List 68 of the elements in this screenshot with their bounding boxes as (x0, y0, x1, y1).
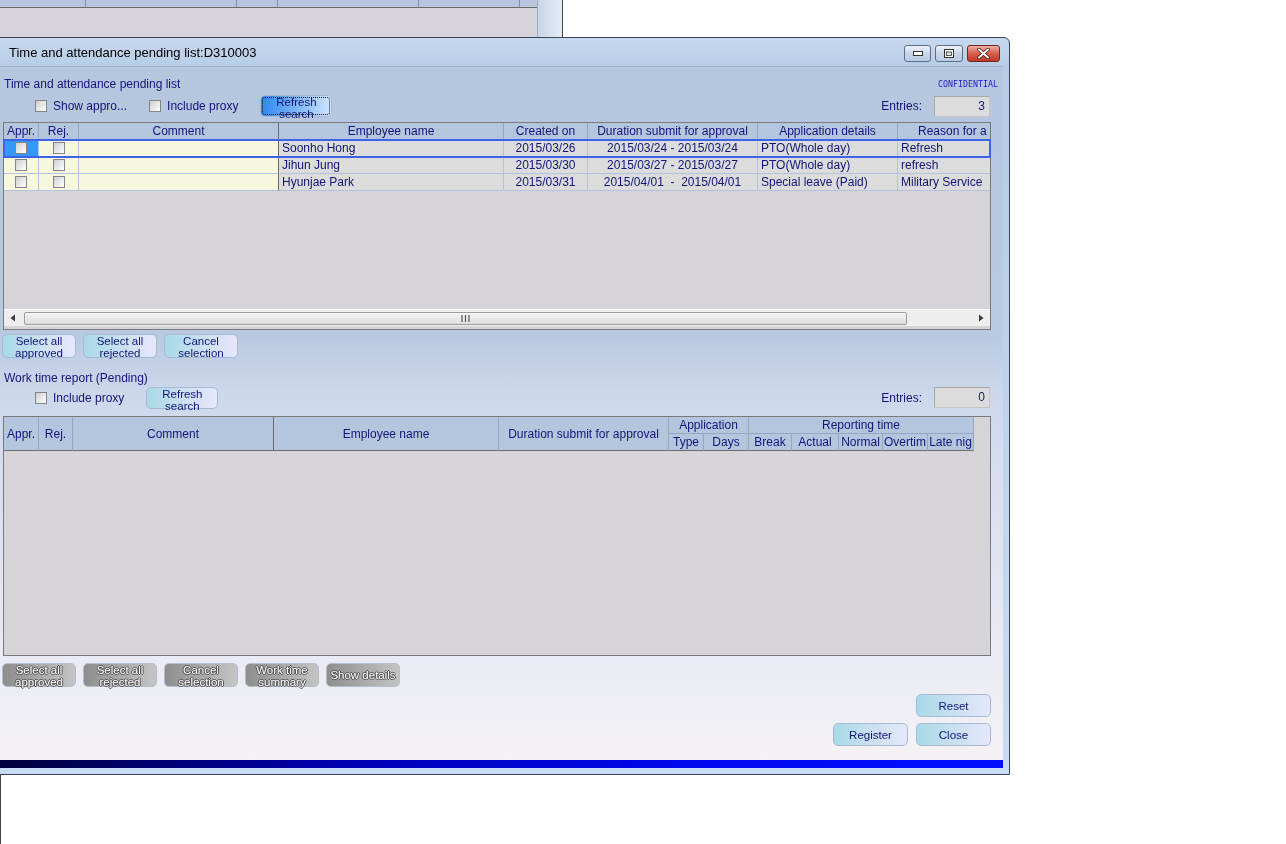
table-cell: 2015/03/26 (504, 140, 588, 157)
scrollbar-thumb[interactable] (24, 311, 907, 325)
table-cell: Refresh (898, 140, 990, 157)
column-header[interactable]: Actual (792, 434, 839, 451)
register-button[interactable]: Register (833, 723, 908, 746)
entries-count-field: 0 (934, 387, 990, 408)
right-arrow-icon[interactable] (977, 314, 985, 322)
select-all-rejected-button[interactable]: Select all rejected (83, 334, 157, 358)
reset-button[interactable]: Reset (916, 694, 991, 717)
column-header[interactable]: Duration submit for approval (499, 417, 669, 451)
cancel-selection-button[interactable]: Cancel selection (164, 334, 238, 358)
maximize-icon (944, 48, 954, 58)
table-cell: 2015/04/01 - 2015/04/01 (588, 174, 758, 191)
checkbox-label[interactable]: Include proxy (53, 390, 125, 405)
left-arrow-icon[interactable] (9, 314, 17, 322)
column-header[interactable]: Employee name (274, 417, 499, 451)
column-header[interactable]: Late nig (928, 434, 974, 451)
table-cell: Soonho Hong (279, 140, 504, 157)
checkbox-label[interactable]: Show appro... (53, 99, 128, 113)
column-header[interactable]: Normal (839, 434, 883, 451)
checkbox[interactable] (15, 142, 27, 154)
entries-label: Entries: (881, 390, 922, 405)
column-header[interactable]: Appr. (4, 417, 39, 451)
column-group-header: Reporting time (749, 417, 974, 434)
column-group-header: Application (669, 417, 749, 434)
column-header[interactable]: Comment (73, 417, 274, 451)
table-cell: PTO(Whole day) (758, 140, 898, 157)
comment-field[interactable] (79, 140, 279, 157)
section-heading: Work time report (Pending) (4, 371, 148, 385)
entries-count-field: 3 (934, 95, 990, 117)
comment-field[interactable] (79, 174, 279, 191)
column-header[interactable]: Type (669, 434, 704, 451)
table-cell: 2015/03/24 - 2015/03/24 (588, 140, 758, 157)
select-all-approved-button[interactable]: Select all approved (2, 334, 76, 358)
column-header[interactable]: Rej. (39, 417, 73, 451)
entries-label: Entries: (881, 99, 922, 113)
table-cell: Hyunjae Park (279, 174, 504, 191)
checkbox[interactable] (52, 176, 65, 188)
table-row[interactable]: Hyunjae Park 2015/03/31 2015/04/01 - 2015/04/01 Special leave (Paid) Military Service (4, 174, 990, 191)
checkbox[interactable] (52, 159, 65, 171)
grip-icon (461, 314, 470, 322)
checkbox[interactable] (15, 176, 27, 188)
refresh-search-button[interactable]: Refresh search (146, 386, 219, 409)
section-heading: Time and attendance pending list (4, 77, 181, 91)
close-button[interactable] (967, 44, 1000, 62)
minimize-icon (912, 50, 923, 56)
confidential-label: CONFIDENTIAL (938, 79, 998, 89)
maximize-button[interactable] (935, 44, 963, 62)
table-cell: Military Service (898, 174, 990, 191)
column-header[interactable]: Overtim (883, 434, 928, 451)
close-icon (977, 47, 990, 59)
minimize-button[interactable] (904, 44, 931, 62)
close-button[interactable]: Close (916, 723, 991, 746)
column-header[interactable]: Days (704, 434, 749, 451)
checkbox[interactable] (149, 100, 162, 112)
table-row[interactable]: Soonho Hong 2015/03/26 2015/03/24 - 2015/03/24 PTO(Whole day) Refresh (4, 140, 990, 157)
horizontal-scrollbar[interactable] (4, 309, 990, 326)
checkbox[interactable] (35, 100, 47, 112)
refresh-search-button[interactable]: Refresh search (260, 95, 333, 117)
table-row[interactable]: Jihun Jung 2015/03/30 2015/03/27 - 2015/03/27 PTO(Whole day) refresh (4, 157, 990, 174)
table-cell: 2015/03/31 (504, 174, 588, 191)
checkbox[interactable] (52, 142, 65, 154)
table-cell: Special leave (Paid) (758, 174, 898, 191)
checkbox[interactable] (15, 159, 27, 171)
window-title: Time and attendance pending list:D310003 (9, 44, 257, 60)
checkbox-label[interactable]: Include proxy (167, 99, 239, 113)
column-header[interactable]: Break (749, 434, 792, 451)
checkbox[interactable] (35, 391, 47, 404)
